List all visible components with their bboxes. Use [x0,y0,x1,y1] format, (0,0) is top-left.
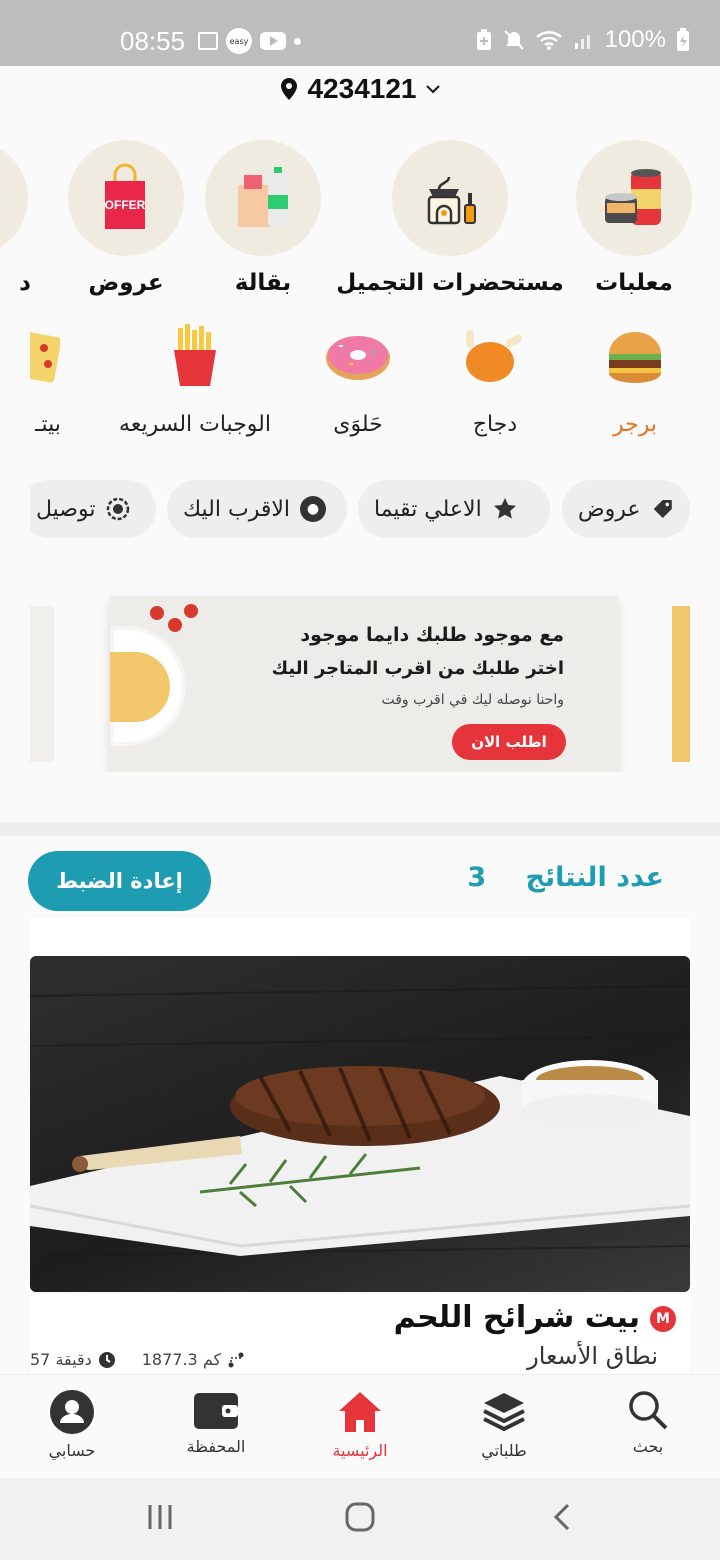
back-icon[interactable] [550,1502,574,1532]
burger-icon [609,332,661,383]
section-divider [0,822,720,836]
reset-filters-button[interactable]: إعادة الضبط [28,851,211,911]
chicken-leg-icon [466,330,523,382]
nav-wallet[interactable]: المحفظة [156,1389,276,1456]
notification-dot-icon [294,37,301,45]
category-label: مستحضرات التجميل [336,270,564,296]
status-bar: 08:55 easy 100% [0,0,720,66]
battery-icon [677,28,689,51]
location-pin-icon: ● [300,496,327,522]
nav-account[interactable]: حسابي [12,1389,132,1460]
account-icon [50,1390,94,1434]
chip-nearest[interactable]: الاقرب اليك ● [167,480,347,538]
banner-side-prev [30,606,54,762]
battery-saver-icon [476,29,491,50]
wallet-icon [194,1393,238,1429]
category-partial[interactable]: د [0,140,31,296]
category-label: بقالة [234,270,292,296]
nav-search[interactable]: بحث [588,1389,708,1456]
search-icon [629,1391,668,1430]
location-selector[interactable]: 4234121 [0,66,720,112]
bottom-navigation: حسابي المحفظة الرئيسية طلباتي بحث [0,1374,720,1478]
orders-layers-icon [483,1393,525,1432]
location-value: 4234121 [307,73,417,104]
tag-icon [653,499,672,519]
banner-side-next [672,606,690,762]
price-range-label: نطاق الأسعار [527,1342,658,1370]
food-type-label: حَلوَى [333,412,383,437]
donut-icon [326,336,390,380]
food-type-label: دجاج [472,412,518,437]
grocery-icon [238,167,288,227]
system-navigation-bar [0,1478,720,1560]
cosmetics-icon [427,176,476,225]
status-time: 08:55 [120,26,186,56]
food-type-pizza[interactable]: بيتـ [30,318,61,437]
battery-percent: 100% [604,26,666,53]
nav-orders[interactable]: طلباتي [444,1389,564,1460]
food-type-chicken[interactable]: دجاج [440,318,550,437]
category-label: معلبات [595,270,673,296]
banner-caption: واحنا نوصله ليك في اقرب وقت [381,692,564,708]
category-offers[interactable]: OFFER عروض [68,140,184,296]
home-button-icon[interactable] [345,1502,375,1532]
steak-photo [30,985,690,1257]
food-type-label: برجر [613,412,657,437]
chevron-down-icon [425,85,440,94]
food-type-carousel[interactable]: برجر دجاج حَلوَى الوجبات السريعه بيتـ [30,318,690,448]
clock-icon [98,1351,115,1368]
youtube-icon [260,32,286,50]
category-label: د [19,270,31,296]
nav-home[interactable]: الرئيسية [300,1389,420,1460]
banner-headline: مع موجود طلبك دايما موجود [300,624,564,646]
restaurant-card-image[interactable] [30,956,690,1292]
chip-delivery[interactable]: توصيل [30,480,156,538]
wifi-icon [535,31,562,50]
category-label: عروض [88,270,164,296]
home-icon [339,1392,381,1432]
canned-food-icon [605,169,661,225]
promo-banner[interactable]: مع موجود طلبك دايما موجود اختر طلبك من ا… [110,596,618,772]
results-count-value: 3 [467,862,487,893]
category-canned-food[interactable]: معلبات [576,140,692,296]
restaurant-name[interactable]: بيت شرائح اللحم [394,1300,640,1335]
category-grocery[interactable]: بقالة [205,140,321,296]
distance: 1877.3 كم [142,1350,245,1369]
svg-text:OFFER: OFFER [105,198,146,212]
delivery-time: 57 دقيقة [30,1350,116,1369]
category-cosmetics[interactable]: مستحضرات التجميل [336,140,564,296]
restaurant-logo: M [650,1306,676,1332]
food-type-fast-food[interactable]: الوجبات السريعه [110,318,280,437]
category-carousel[interactable]: معلبات مستحضرات التجميل بقالة OFFER عروض… [0,140,720,310]
mute-icon [503,30,524,50]
food-type-label: بيتـ [35,412,61,437]
food-type-burger[interactable]: برجر [585,318,685,437]
chip-offers[interactable]: عروض [562,480,690,538]
order-now-button[interactable]: اطلب الان [452,724,566,760]
pizza-icon [30,331,60,383]
delivery-timer-icon [107,497,130,521]
route-icon [228,1352,244,1367]
filter-chips[interactable]: عروض الاعلي تقيما الاقرب اليك ● توصيل [30,480,690,540]
results-count-label: عدد النتائج [525,862,664,893]
food-type-label: الوجبات السريعه [119,412,271,437]
recent-apps-icon[interactable] [146,1502,174,1532]
star-icon [493,498,516,519]
easy-app-icon: easy [226,28,252,54]
restaurant-meta: 57 دقيقة 1877.3 كم [30,1350,245,1369]
fries-icon [174,324,216,386]
gallery-icon [198,32,218,50]
banner-subline: اختر طلبك من اقرب المتاجر اليك [271,658,564,679]
location-pin-icon [281,78,298,100]
food-type-dessert[interactable]: حَلوَى [308,318,408,437]
promo-banner-carousel[interactable]: مع موجود طلبك دايما موجود اختر طلبك من ا… [30,592,690,772]
offer-bag-icon: OFFER [105,163,146,229]
chip-top-rated[interactable]: الاعلي تقيما [358,480,550,538]
signal-icon [574,35,590,49]
results-count: عدد النتائج 3 [467,862,664,893]
